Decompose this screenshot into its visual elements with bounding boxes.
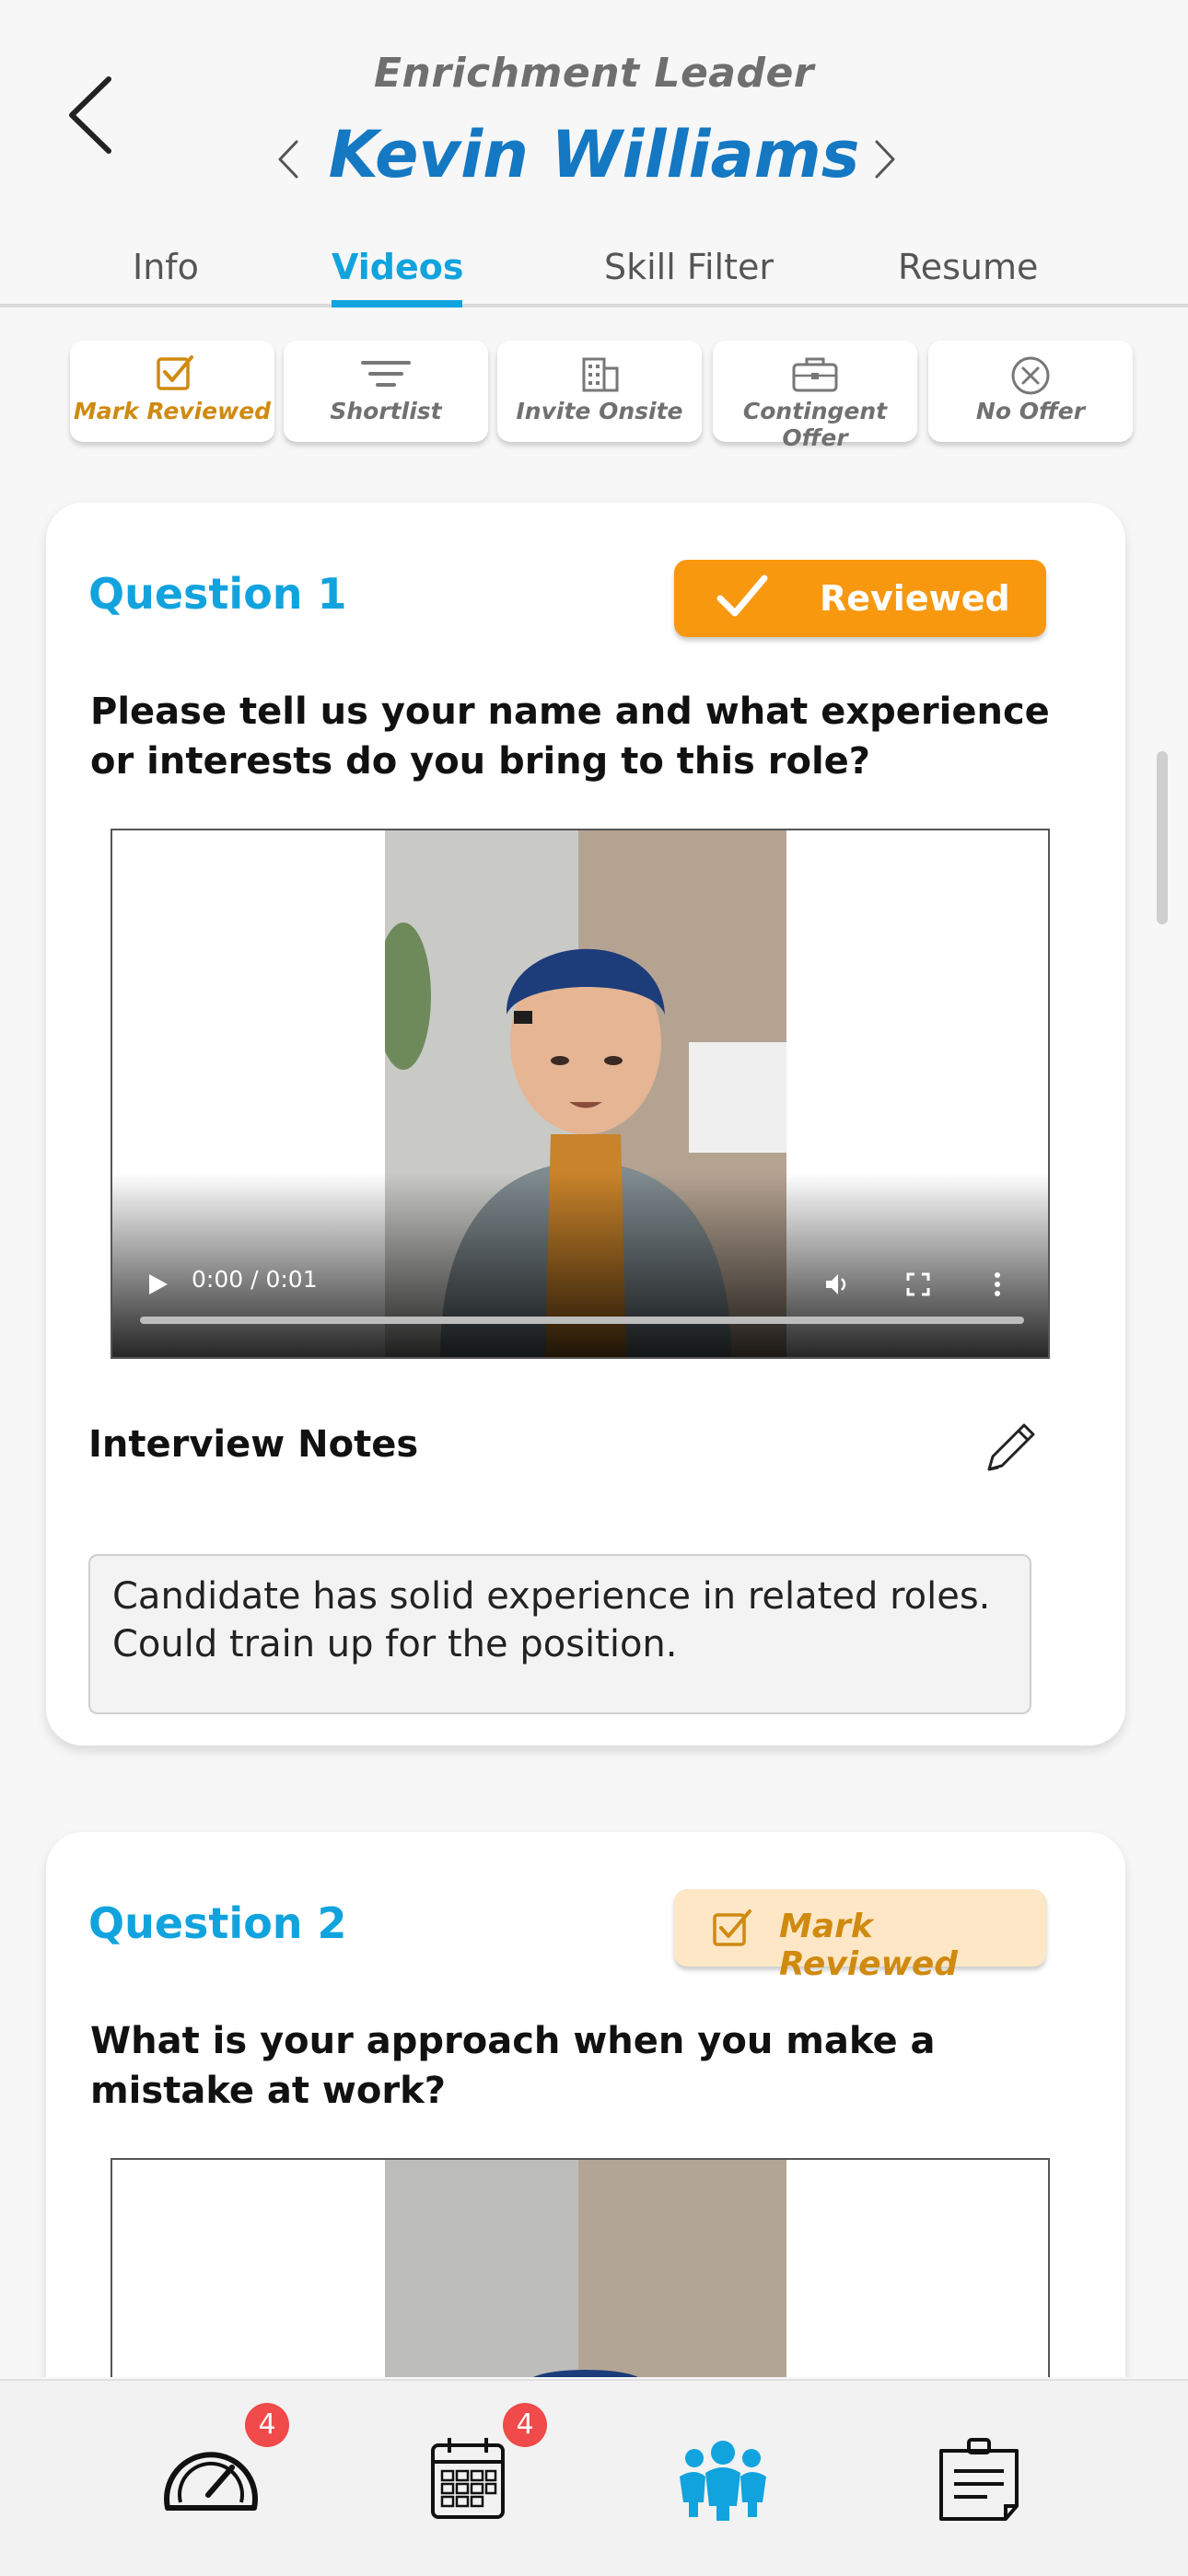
tabs-divider [0, 304, 1188, 307]
tab-resume[interactable]: Resume [898, 239, 1038, 295]
questions-scroll-area[interactable]: Question 1 Reviewed Please tell us your … [0, 471, 1188, 2377]
checkmark-icon [716, 574, 768, 617]
no-offer-action-button[interactable]: No Offer [928, 341, 1133, 442]
question-text: What is your approach when you make a mi… [90, 2020, 936, 2112]
action-bar: Mark Reviewed Shortlist Invite Onsite Co… [0, 341, 1188, 451]
play-icon[interactable] [144, 1271, 171, 1298]
candidate-name-row: Kevin Williams [0, 109, 1188, 201]
dashboard-badge: 4 [245, 2403, 289, 2447]
people-icon[interactable] [672, 2431, 774, 2523]
action-label: Contingent Offer [742, 398, 888, 451]
action-label: Mark Reviewed [73, 398, 272, 424]
action-label: Shortlist [330, 398, 442, 424]
question-title: Question 1 [88, 569, 347, 619]
tab-skill-filter[interactable]: Skill Filter [604, 239, 774, 295]
fullscreen-icon[interactable] [904, 1271, 932, 1298]
video-progress-bar[interactable] [140, 1317, 1024, 1324]
video-controls-overlay [112, 1173, 1048, 1357]
mark-reviewed-label: Mark Reviewed [779, 1908, 959, 1983]
active-tab-indicator [332, 300, 462, 307]
invite-onsite-action-button[interactable]: Invite Onsite [497, 341, 702, 442]
tab-videos[interactable]: Videos [332, 239, 463, 295]
shortlist-action-button[interactable]: Shortlist [284, 341, 488, 442]
video-player[interactable]: 0:00 / 0:01 [111, 829, 1050, 1359]
filter-lines-icon [361, 361, 411, 387]
tab-info[interactable]: Info [133, 239, 199, 295]
reviewed-label: Reviewed [820, 578, 1010, 619]
calendar-icon[interactable] [416, 2431, 518, 2523]
previous-candidate-icon[interactable] [274, 136, 302, 182]
edit-pencil-icon[interactable] [978, 1416, 1042, 1482]
header: Enrichment Leader Kevin Williams Info Vi… [0, 0, 1188, 451]
video-player[interactable] [111, 2158, 1050, 2377]
question-text: Please tell us your name and what experi… [90, 690, 1050, 783]
question-card: Question 2 Mark Reviewed What is your ap… [46, 1832, 1125, 2377]
volume-icon[interactable] [823, 1271, 851, 1298]
mark-reviewed-action-button[interactable]: Mark Reviewed [70, 341, 274, 442]
question-title: Question 2 [88, 1898, 347, 1948]
candidate-video-frame [385, 2160, 786, 2377]
more-options-icon[interactable] [984, 1271, 1011, 1298]
interview-notes-text[interactable]: Candidate has solid experience in relate… [88, 1554, 1031, 1714]
speedometer-icon[interactable] [160, 2431, 262, 2523]
contingent-offer-action-button[interactable]: Contingent Offer [713, 341, 917, 451]
circle-x-icon [1011, 356, 1050, 395]
job-role-title: Enrichment Leader [373, 50, 815, 97]
briefcase-icon [792, 357, 838, 392]
reviewed-button[interactable]: Reviewed [674, 560, 1046, 637]
interview-notes-title: Interview Notes [88, 1423, 419, 1466]
mark-reviewed-button[interactable]: Mark Reviewed [674, 1889, 1046, 1983]
candidate-name: Kevin Williams [328, 117, 860, 192]
action-label: No Offer [975, 398, 1086, 424]
checkbox-check-icon [713, 1909, 751, 1946]
action-label: Invite Onsite [516, 398, 683, 424]
building-icon [582, 357, 619, 392]
scrollbar-thumb[interactable] [1157, 751, 1168, 924]
tab-bar: Info Videos Skill Filter Resume [0, 239, 1188, 307]
bottom-navigation: 4 4 [0, 2379, 1188, 2576]
clipboard-notes-icon[interactable] [928, 2431, 1030, 2523]
question-card: Question 1 Reviewed Please tell us your … [46, 503, 1125, 1746]
calendar-badge: 4 [503, 2403, 547, 2447]
video-time: 0:00 / 0:01 [192, 1266, 318, 1293]
next-candidate-icon[interactable] [871, 136, 899, 182]
checkbox-check-icon [157, 355, 193, 390]
